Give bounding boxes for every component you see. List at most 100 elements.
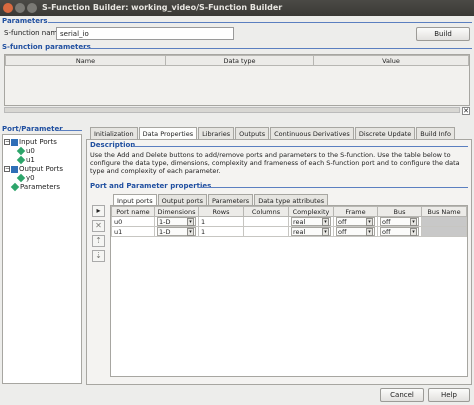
group-divider [198, 187, 468, 188]
sfunction-parameters-table[interactable]: Name Data type Value [4, 54, 470, 106]
chevron-down-icon: ▾ [187, 217, 194, 226]
sfunction-name-label: S-function name: [4, 29, 64, 37]
rows-cell[interactable]: 1 [198, 226, 244, 237]
chevron-down-icon: ▾ [410, 227, 417, 236]
bus-select[interactable]: off ▾ [380, 217, 419, 226]
chevron-down-icon: ▾ [366, 217, 373, 226]
port-properties-label: Port and Parameter properties [90, 182, 212, 190]
columns-cell[interactable] [243, 216, 289, 227]
move-up-button[interactable]: ⇡ [92, 235, 105, 247]
complexity-cell[interactable]: real ▾ [288, 216, 334, 227]
columns-cell[interactable] [243, 226, 289, 237]
tree-output-y0-label: y0 [26, 174, 35, 182]
dimensions-cell[interactable]: 1-D ▾ [154, 216, 199, 227]
window-title: S-Function Builder: working_video/S-Func… [42, 3, 283, 12]
frame-value: off [338, 227, 347, 236]
maximize-window-icon[interactable] [27, 3, 37, 13]
close-window-icon[interactable] [3, 3, 13, 13]
delete-port-button[interactable]: ✕ [92, 220, 105, 232]
add-port-button[interactable]: ▸ [92, 205, 105, 217]
parameters-icon [10, 182, 20, 192]
tree-parameters[interactable]: Parameters [10, 182, 61, 192]
output-port-icon [16, 173, 26, 183]
description-text: Use the Add and Delete buttons to add/re… [90, 151, 460, 176]
chevron-down-icon: ▾ [187, 227, 194, 236]
dimensions-select[interactable]: 1-D ▾ [157, 217, 196, 226]
move-down-button[interactable]: ⇣ [92, 250, 105, 262]
frame-select[interactable]: off ▾ [336, 227, 375, 236]
bus-name-cell [421, 216, 467, 227]
chevron-down-icon: ▾ [366, 227, 373, 236]
bus-cell[interactable]: off ▾ [377, 216, 422, 227]
port-parameter-label: Port/Parameter [2, 125, 63, 133]
sfunction-parameters-label: S-function parameters [2, 43, 91, 51]
dimensions-value: 1-D [159, 217, 171, 226]
group-divider [48, 22, 472, 23]
dimensions-cell[interactable]: 1-D ▾ [154, 226, 199, 237]
group-divider [132, 146, 468, 147]
input-ports-table[interactable]: Port name Dimensions Rows Columns Comple… [110, 205, 468, 377]
column-header-bus-name[interactable]: Bus Name [421, 206, 467, 217]
column-header-dimensions[interactable]: Dimensions [154, 206, 199, 217]
parameters-group-label: Parameters [2, 17, 48, 25]
complexity-cell[interactable]: real ▾ [288, 226, 334, 237]
frame-value: off [338, 217, 347, 226]
complexity-value: real [293, 227, 306, 236]
port-name-cell[interactable]: u1 [111, 226, 155, 237]
group-divider [82, 48, 472, 49]
complexity-select[interactable]: real ▾ [291, 217, 331, 226]
frame-select[interactable]: off ▾ [336, 217, 375, 226]
dimensions-value: 1-D [159, 227, 171, 236]
cancel-button[interactable]: Cancel [380, 388, 424, 402]
input-port-icon [16, 146, 26, 156]
tree-parameters-label: Parameters [20, 183, 61, 191]
complexity-value: real [293, 217, 306, 226]
sfunction-parameters-grid: Name Data type Value [5, 55, 469, 66]
tree-output-ports-label: Output Ports [19, 165, 64, 173]
dimensions-select[interactable]: 1-D ▾ [157, 227, 196, 236]
description-label: Description [90, 141, 136, 149]
bus-value: off [382, 227, 391, 236]
build-button[interactable]: Build [416, 27, 470, 41]
bus-value: off [382, 217, 391, 226]
port-folder-icon [11, 165, 18, 173]
column-header-port-name[interactable]: Port name [111, 206, 155, 217]
column-header-frame[interactable]: Frame [333, 206, 378, 217]
column-header-bus[interactable]: Bus [377, 206, 422, 217]
complexity-select[interactable]: real ▾ [291, 227, 331, 236]
column-header-complexity[interactable]: Complexity [288, 206, 334, 217]
sfunction-name-input[interactable]: serial_io [56, 27, 234, 40]
frame-cell[interactable]: off ▾ [333, 216, 378, 227]
tree-input-u0[interactable]: u0 [16, 146, 35, 156]
bus-cell[interactable]: off ▾ [377, 226, 422, 237]
group-divider [58, 130, 82, 131]
table-row[interactable]: u0 1-D ▾ 1 real ▾ off ▾ off ▾ [111, 216, 467, 227]
chevron-down-icon: ▾ [410, 217, 417, 226]
tree-output-y0[interactable]: y0 [16, 173, 35, 183]
tree-input-ports[interactable]: − Input Ports [4, 138, 57, 146]
rows-cell[interactable]: 1 [198, 216, 244, 227]
close-parameters-icon[interactable]: ✕ [462, 107, 470, 115]
title-bar: S-Function Builder: working_video/S-Func… [0, 0, 474, 16]
column-header-data-type[interactable]: Data type [165, 55, 314, 66]
collapse-icon[interactable]: − [4, 166, 10, 172]
chevron-down-icon: ▾ [322, 227, 329, 236]
minimize-window-icon[interactable] [15, 3, 25, 13]
bus-select[interactable]: off ▾ [380, 227, 419, 236]
frame-cell[interactable]: off ▾ [333, 226, 378, 237]
tree-input-u1[interactable]: u1 [16, 155, 35, 165]
tree-input-ports-label: Input Ports [19, 138, 57, 146]
table-row[interactable]: u1 1-D ▾ 1 real ▾ off ▾ off ▾ [111, 226, 467, 237]
horizontal-scrollbar[interactable] [4, 107, 460, 113]
tree-input-u1-label: u1 [26, 156, 35, 164]
port-folder-icon [11, 138, 18, 146]
help-button[interactable]: Help [428, 388, 470, 402]
column-header-value[interactable]: Value [313, 55, 469, 66]
chevron-down-icon: ▾ [322, 217, 329, 226]
column-header-columns[interactable]: Columns [243, 206, 289, 217]
column-header-name[interactable]: Name [5, 55, 166, 66]
port-name-cell[interactable]: u0 [111, 216, 155, 227]
tree-output-ports[interactable]: − Output Ports [4, 165, 63, 173]
collapse-icon[interactable]: − [4, 139, 10, 145]
column-header-rows[interactable]: Rows [198, 206, 244, 217]
